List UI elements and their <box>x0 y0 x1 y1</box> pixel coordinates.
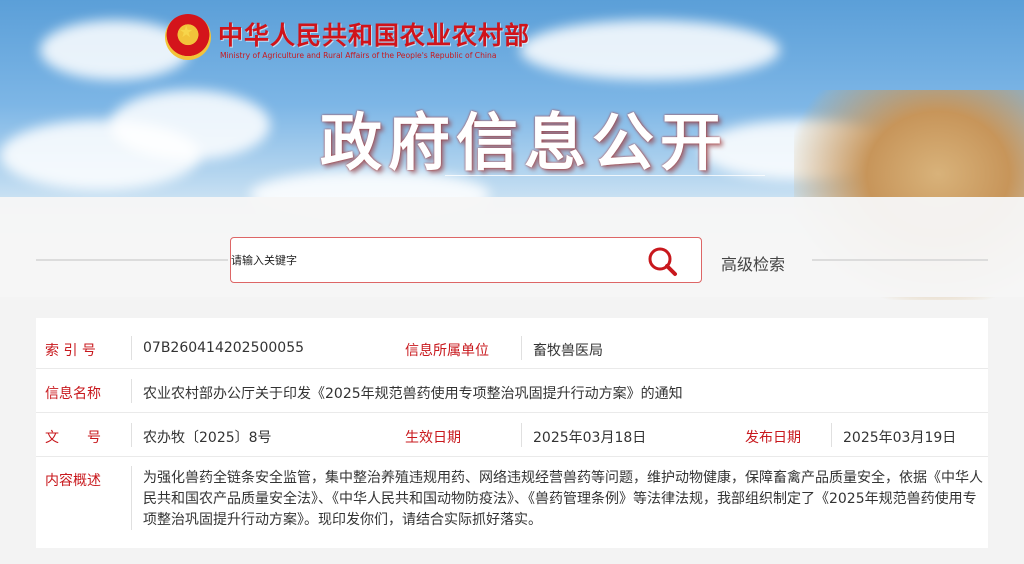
doc-number-value: 农办牧〔2025〕8号 <box>143 430 272 446</box>
info-table: 索 引 号 07B260414202500055 信息所属单位 畜牧兽医局 信息… <box>36 318 988 548</box>
search-input[interactable] <box>231 238 631 282</box>
page-footer-spacer <box>0 548 1024 564</box>
publish-date-label: 发布日期 <box>745 430 801 446</box>
search-box <box>230 237 702 283</box>
cloud-decoration <box>110 90 270 160</box>
effective-date-label: 生效日期 <box>405 430 461 446</box>
divider <box>131 466 132 530</box>
row-divider <box>36 456 988 457</box>
divider <box>812 259 988 261</box>
row-divider <box>36 412 988 413</box>
unit-value: 畜牧兽医局 <box>533 343 603 359</box>
unit-label: 信息所属单位 <box>405 343 489 359</box>
divider <box>36 259 228 261</box>
effective-date-value: 2025年03月18日 <box>533 430 647 446</box>
title-divider <box>445 175 765 176</box>
divider <box>521 423 522 447</box>
divider <box>131 379 132 403</box>
ministry-name-en[interactable]: Ministry of Agriculture and Rural Affair… <box>220 51 496 60</box>
divider <box>131 423 132 447</box>
divider <box>131 336 132 360</box>
ministry-name-cn[interactable]: 中华人民共和国农业农村部 <box>218 16 530 52</box>
search-icon[interactable] <box>646 245 678 277</box>
summary-value: 为强化兽药全链条安全监管，集中整治养殖违规用药、网络违规经营兽药等问题，维护动物… <box>143 470 983 528</box>
index-value: 07B260414202500055 <box>143 340 305 356</box>
summary-label: 内容概述 <box>45 473 101 489</box>
index-label: 索 引 号 <box>45 343 96 359</box>
divider <box>521 336 522 360</box>
advanced-search-link[interactable]: 高级检索 <box>721 251 785 275</box>
name-label: 信息名称 <box>45 386 101 402</box>
national-emblem-icon[interactable]: ★ <box>165 14 211 60</box>
doc-number-label: 文 号 <box>45 430 101 446</box>
name-value: 农业农村部办公厅关于印发《2025年规范兽药使用专项整治巩固提升行动方案》的通知 <box>143 386 683 402</box>
page-title: 政府信息公开 <box>320 106 729 179</box>
publish-date-value: 2025年03月19日 <box>843 430 957 446</box>
row-divider <box>36 368 988 369</box>
divider <box>831 423 832 447</box>
cloud-decoration <box>520 20 780 80</box>
